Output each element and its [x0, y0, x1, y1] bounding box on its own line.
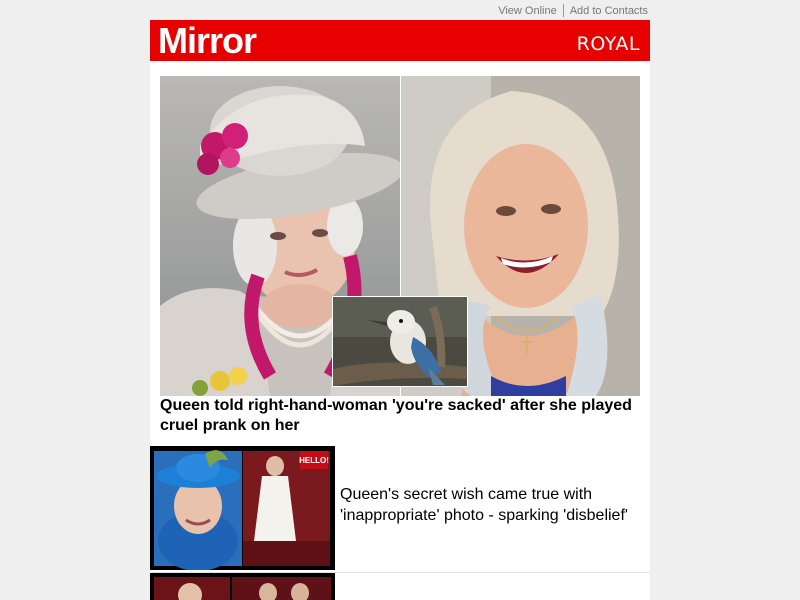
article-title[interactable]: Queen's secret wish came true with 'inap…	[340, 484, 640, 526]
thumb-badge: HELLO!	[299, 456, 329, 465]
mirror-logo[interactable]: Mirror	[158, 20, 257, 61]
section-label[interactable]: ROYAL	[577, 33, 640, 55]
kookaburra-inset-photo	[332, 296, 468, 387]
hero-image[interactable]	[160, 76, 640, 396]
email-content: Queen told right-hand-woman 'you're sack…	[150, 61, 650, 600]
view-online-link[interactable]: View Online	[498, 5, 557, 17]
top-links-bar: View Online Add to Contacts	[150, 0, 650, 20]
article-thumbnail[interactable]	[150, 573, 335, 600]
hero-headline[interactable]: Queen told right-hand-woman 'you're sack…	[160, 396, 640, 436]
masthead: Mirror ROYAL	[150, 20, 650, 61]
link-separator	[562, 4, 564, 17]
top-links: View Online Add to Contacts	[498, 4, 648, 17]
article-thumbnail[interactable]: HELLO!	[150, 446, 335, 570]
add-to-contacts-link[interactable]: Add to Contacts	[570, 5, 648, 17]
